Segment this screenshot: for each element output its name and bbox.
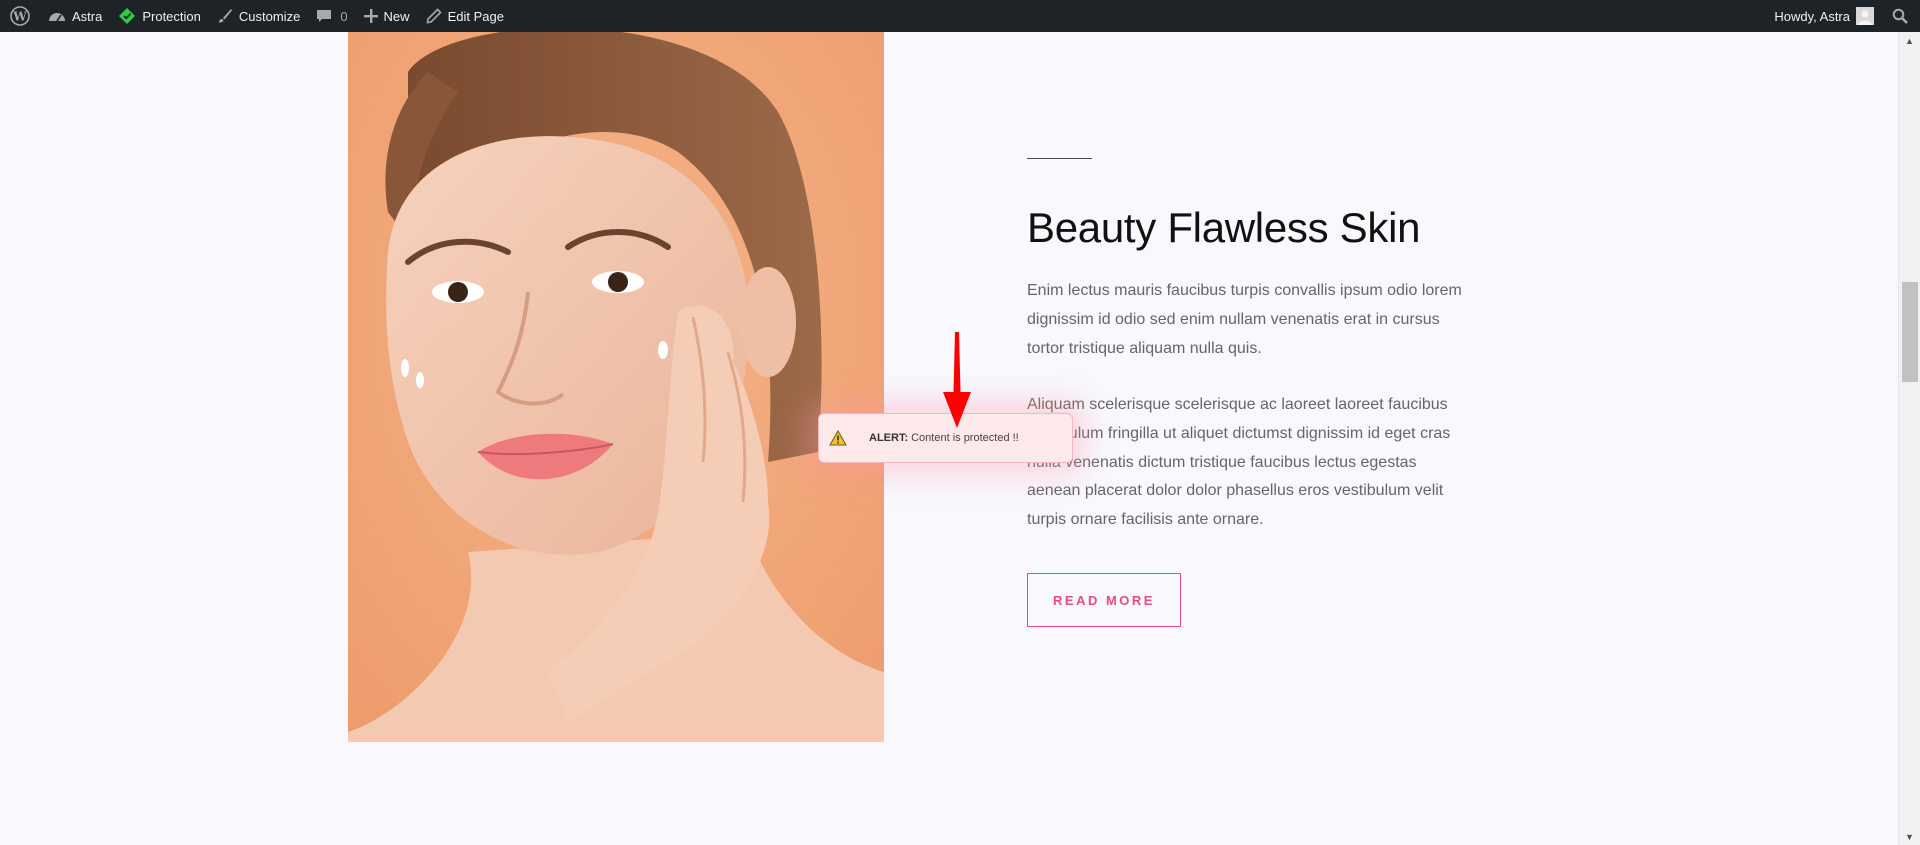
alert-text: Content is protected !! [911,432,1019,444]
avatar [1856,7,1874,25]
edit-page-label: Edit Page [447,8,504,24]
alert-message: ALERT: Content is protected !! [869,432,1019,444]
section-paragraph-1: Enim lectus mauris faucibus turpis conva… [1027,282,1462,357]
admin-search-button[interactable] [1882,0,1920,32]
plus-icon [363,9,378,23]
alert-label: ALERT: [869,432,909,444]
comments-count: 0 [340,8,348,24]
wordpress-logo-icon: W [10,6,30,26]
search-icon [1892,8,1908,24]
my-account-menu[interactable]: Howdy, Astra [1766,0,1882,32]
red-arrow-annotation [938,330,976,430]
admin-bar: W Astra Protection Customize 0 New Edit … [0,0,1920,32]
dashboard-gauge-icon [48,9,66,23]
scroll-up-arrow-icon[interactable]: ▲ [1899,32,1920,49]
protection-label: Protection [142,8,201,24]
svg-text:W: W [12,10,27,24]
comments-link[interactable]: 0 [308,0,355,32]
howdy-label: Howdy, Astra [1774,8,1850,24]
section-divider [1027,158,1092,159]
site-name-link[interactable]: Astra [40,0,110,32]
protection-link[interactable]: Protection [110,0,209,32]
section-heading: Beauty Flawless Skin [1027,204,1421,251]
scroll-down-arrow-icon[interactable]: ▼ [1899,828,1920,845]
page-scrollbar[interactable]: ▲ ▼ [1898,32,1920,845]
pencil-icon [426,8,442,24]
edit-page-link[interactable]: Edit Page [418,0,512,32]
paintbrush-icon [217,8,233,24]
speech-bubble-icon [316,8,332,24]
shield-tag-icon [118,7,136,25]
section-paragraph-2: Aliquam scelerisque scelerisque ac laore… [1027,396,1451,529]
wordpress-menu[interactable]: W [0,0,40,32]
new-label: New [383,8,410,24]
read-more-button[interactable]: READ MORE [1027,573,1181,627]
new-content-link[interactable]: New [356,0,418,32]
customize-label: Customize [238,8,301,24]
warning-triangle-icon [829,429,847,446]
scroll-thumb[interactable] [1902,282,1918,382]
customize-link[interactable]: Customize [209,0,308,32]
site-name-label: Astra [72,8,103,24]
beauty-product-image [348,32,884,742]
